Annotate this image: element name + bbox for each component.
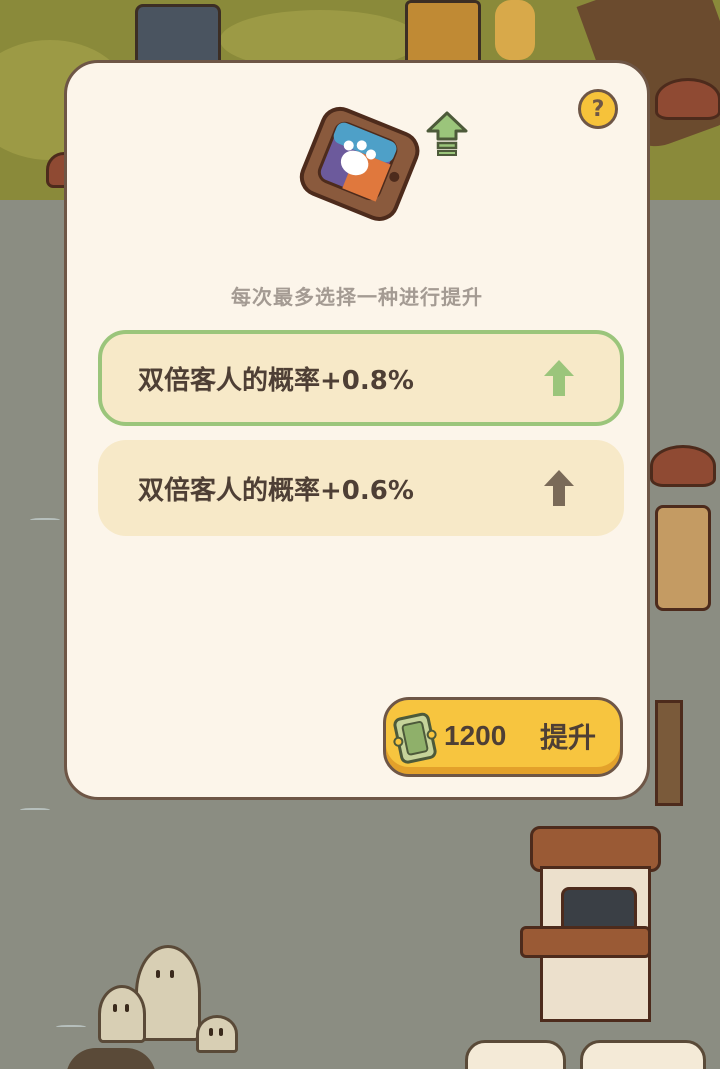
ticket-icon — [393, 712, 437, 764]
shelf-decoration — [405, 0, 481, 66]
floor-wave — [30, 518, 60, 523]
floor-wave — [20, 808, 50, 813]
upgrade-option-1[interactable]: 双倍客人的概率+0.8% — [98, 330, 624, 426]
upgrade-dialog: ? 每次最多选择一种进行提升 双倍客人的概率+0.8% 双倍客人的概率+0.6% — [64, 60, 650, 800]
upgrade-arrow-icon — [426, 111, 468, 156]
selection-hint: 每次最多选择一种进行提升 — [231, 285, 483, 309]
up-arrow-icon — [544, 360, 574, 396]
plant-decoration — [495, 0, 535, 60]
mushroom-decoration — [655, 78, 720, 120]
option-label: 双倍客人的概率+0.8% — [138, 365, 414, 396]
cabinet-decoration — [655, 700, 683, 806]
upgrade-button-label: 提升 — [540, 721, 597, 754]
arcade-machine — [520, 826, 661, 1022]
cabinet-decoration — [655, 505, 711, 611]
upgrade-cost: 1200 — [444, 720, 507, 751]
help-button[interactable]: ? — [578, 89, 618, 129]
ghost-character — [98, 985, 146, 1043]
mushroom-decoration — [650, 445, 716, 487]
upgrade-option-2[interactable]: 双倍客人的概率+0.6% — [98, 440, 624, 536]
bottom-nav-button[interactable] — [580, 1040, 706, 1069]
bottom-nav-button[interactable] — [465, 1040, 566, 1069]
floor-wave — [56, 1025, 86, 1030]
up-arrow-icon — [544, 470, 574, 506]
upgrade-button[interactable]: 1200 提升 — [383, 697, 623, 777]
option-label: 双倍客人的概率+0.6% — [138, 475, 414, 506]
ghost-character — [196, 1015, 238, 1053]
help-icon: ? — [591, 96, 605, 122]
arcade-tablet-icon — [299, 106, 420, 221]
